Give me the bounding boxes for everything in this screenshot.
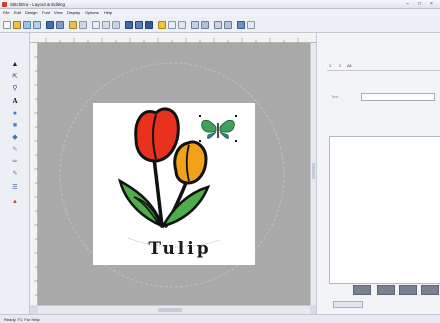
tulip-orange [173,140,208,185]
horizontal-scrollbar[interactable] [38,305,310,314]
panel-small-button[interactable] [333,301,363,308]
brush-tool-icon[interactable]: ✎ [10,145,20,155]
menu-help[interactable]: Help [104,10,112,16]
eyedropper-icon[interactable]: ✏ [10,157,20,167]
rotate-icon[interactable] [145,21,153,29]
text-field-label: Text [331,94,339,99]
outline-tool-icon[interactable]: ◆ [10,133,20,143]
tab-1[interactable]: 1 [329,61,331,70]
group-icon[interactable] [135,21,143,29]
maximize-button[interactable]: □ [415,1,424,7]
menu-font[interactable]: Font [42,10,50,16]
panel-button-2[interactable] [377,285,395,295]
send-icon[interactable] [79,21,87,29]
open-folder-icon[interactable] [13,21,21,29]
status-bar: Ready. F1: For Help [0,314,440,323]
panel-button-4[interactable] [421,285,439,295]
save-as-icon[interactable] [56,21,64,29]
menu-design[interactable]: Design [25,10,37,16]
menu-bar: File Edit Design Font View Display Optio… [0,9,440,17]
tulip-red [134,107,180,163]
menu-options[interactable]: Options [85,10,99,16]
paste-icon[interactable] [112,21,120,29]
text-tool-icon[interactable]: A [10,96,20,106]
panel-button-1[interactable] [353,285,371,295]
text-arrange-icon[interactable] [178,21,186,29]
hoop-icon[interactable] [214,21,222,29]
shape-square-icon[interactable]: ■ [10,121,20,131]
design-settings-icon[interactable] [237,21,245,29]
zoom-icon[interactable]: ⚲ [10,84,20,94]
copy-icon[interactable] [102,21,110,29]
minimize-button[interactable]: – [403,1,412,7]
status-text: Ready. F1: For Help [4,317,40,322]
point-edit-icon[interactable]: ⇱ [10,72,20,82]
properties-panel: 1 2 All Text [316,33,440,314]
ruler-ticks-top [45,38,299,43]
design-text[interactable]: Tulip [148,239,211,259]
design-drawing: Tulip [59,62,285,288]
transfer-icon[interactable] [69,21,77,29]
brush-icon[interactable]: ✎ [10,169,20,179]
menu-view[interactable]: View [54,10,63,16]
tab-all[interactable]: All [347,61,351,70]
tab-divider [327,70,440,71]
window-title: StitchEra - Layout & Editing [10,2,66,7]
layout-icon[interactable] [201,21,209,29]
save-icon[interactable] [46,21,54,29]
title-bar: StitchEra - Layout & Editing – □ × [0,0,440,9]
stitch-tool-icon[interactable]: ☰ [10,183,20,193]
text-field-row: Text [331,93,435,101]
magic-wand-icon[interactable] [158,21,166,29]
properties-icon[interactable] [224,21,232,29]
app-icon [2,2,7,7]
duplicate-icon[interactable] [125,21,133,29]
pointer-icon[interactable]: ▲ [10,60,20,70]
tool-palette: ▲ ⇱ ⚲ A ● ■ ◆ ✎ ✏ ✎ ☰ ▲ [0,33,30,314]
menu-file[interactable]: File [3,10,9,16]
tab-2[interactable]: 2 [339,61,341,70]
design-canvas[interactable]: Tulip [38,43,310,305]
measure-icon[interactable]: ▲ [10,197,20,207]
stitch-simulator-icon[interactable] [168,21,176,29]
shape-circle-icon[interactable]: ● [10,109,20,119]
horizontal-ruler [30,33,316,43]
object-list[interactable] [329,136,440,284]
grid-icon[interactable] [191,21,199,29]
page-icon[interactable] [247,21,255,29]
close-button[interactable]: × [427,1,436,7]
import-2-icon[interactable] [33,21,41,29]
panel-button-3[interactable] [399,285,417,295]
text-field-input[interactable] [361,93,435,101]
main-toolbar [0,17,440,33]
new-file-icon[interactable] [3,21,11,29]
vertical-ruler [30,43,38,305]
horizontal-scroll-thumb[interactable] [158,308,182,312]
vertical-scroll-thumb[interactable] [312,163,315,179]
ruler-ticks-left [34,56,38,296]
import-icon[interactable] [23,21,31,29]
menu-edit[interactable]: Edit [14,10,21,16]
menu-display[interactable]: Display [67,10,80,16]
cut-icon[interactable] [92,21,100,29]
